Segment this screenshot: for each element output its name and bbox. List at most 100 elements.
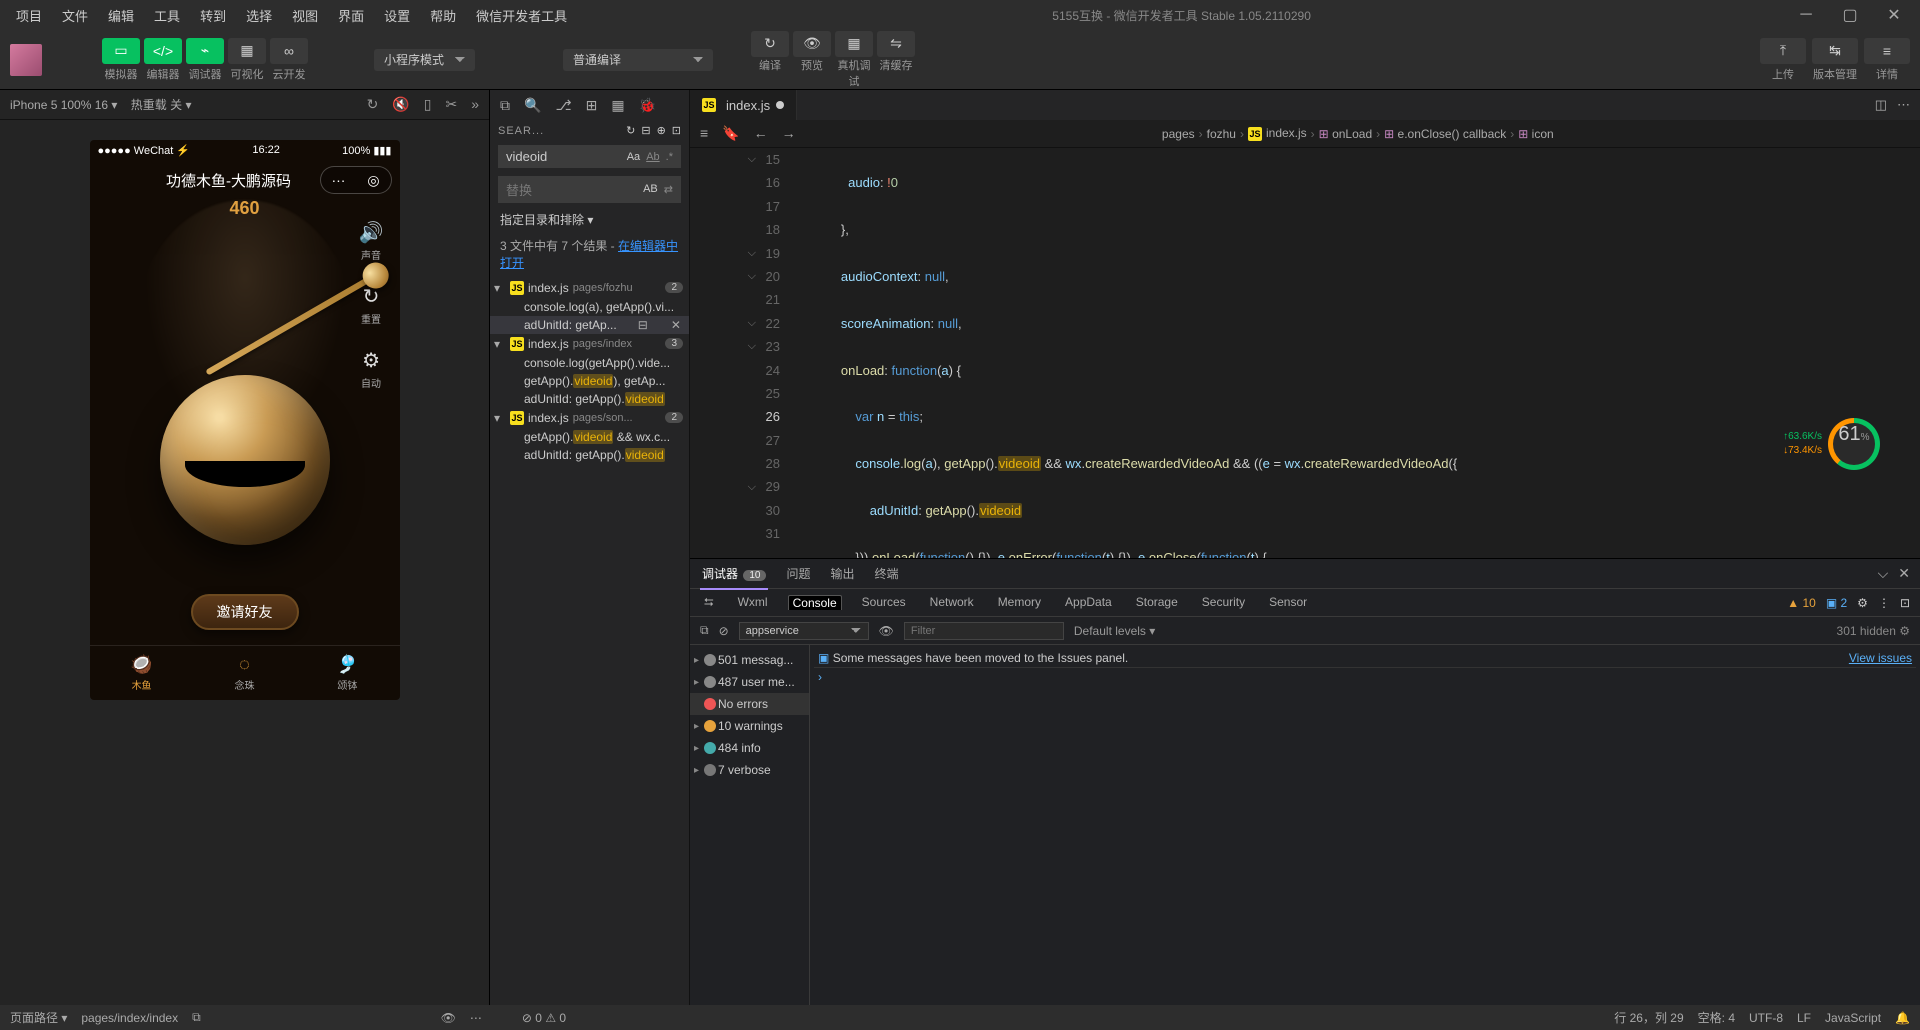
indent-setting[interactable]: 空格: 4 — [1698, 1009, 1735, 1026]
bell-icon[interactable]: 🔔 — [1895, 1011, 1910, 1025]
dt-tab-输出[interactable]: 输出 — [828, 565, 856, 582]
fold-icon[interactable]: ⌵ — [690, 335, 760, 358]
console-levels[interactable]: Default levels ▾ — [1074, 624, 1155, 638]
sim-mute-icon[interactable]: 🔇 — [392, 96, 409, 113]
avatar[interactable] — [10, 44, 42, 76]
search-result-line[interactable]: adUnitId: getApp().videoid — [490, 446, 689, 464]
menu-视图[interactable]: 视图 — [284, 4, 326, 27]
toolbar-版本管理-button[interactable]: ↹ — [1812, 38, 1858, 64]
tabbar-念珠[interactable]: ◌念珠 — [235, 654, 255, 692]
console-filter-501 messag...[interactable]: 501 messag... — [690, 649, 809, 671]
devtools-dock-icon[interactable]: ⊡ — [1900, 596, 1910, 610]
forward-icon[interactable]: → — [782, 125, 796, 142]
panel-tab-security[interactable]: Security — [1198, 595, 1249, 610]
eye-icon[interactable]: 👁 — [441, 1011, 456, 1025]
inspect-icon[interactable]: ⮀ — [700, 595, 718, 610]
cursor-pos[interactable]: 行 26，列 29 — [1614, 1009, 1683, 1026]
capsule-menu-icon[interactable]: ··· — [331, 172, 345, 188]
simulator-toggle[interactable]: ▭ — [102, 38, 140, 64]
console-filter-input[interactable] — [904, 622, 1064, 640]
dt-tab-终端[interactable]: 终端 — [873, 565, 901, 582]
menu-项目[interactable]: 项目 — [8, 4, 50, 27]
muyu[interactable] — [160, 375, 330, 545]
menu-工具[interactable]: 工具 — [146, 4, 188, 27]
console-sidebar-toggle-icon[interactable]: ⧉ — [700, 623, 709, 638]
copy-icon[interactable]: ⧉ — [500, 97, 510, 114]
search-icon[interactable]: 🔍 — [524, 97, 541, 114]
copy-path-icon[interactable]: ⧉ — [192, 1010, 201, 1025]
dt-tab-调试器[interactable]: 调试器 10 — [700, 565, 768, 582]
panel-tab-wxml[interactable]: Wxml — [734, 595, 772, 610]
path-label[interactable]: 页面路径 ▾ — [10, 1009, 67, 1026]
list-icon[interactable]: ≡ — [700, 125, 708, 142]
ext-icon[interactable]: ⊞ — [586, 97, 598, 114]
sim-cut-icon[interactable]: ✂ — [445, 96, 457, 113]
menu-设置[interactable]: 设置 — [376, 4, 418, 27]
debugger-toggle[interactable]: ⌁ — [186, 38, 224, 64]
replace-input[interactable]: 替换 AB ⇄ — [498, 176, 681, 203]
hot-reload-selector[interactable]: 热重载 关 ▾ — [131, 98, 192, 112]
folder-icon[interactable]: ▦ — [611, 97, 624, 114]
menu-微信开发者工具[interactable]: 微信开发者工具 — [468, 4, 575, 27]
match-case-icon[interactable]: Aa — [627, 151, 640, 163]
close-icon[interactable]: ✕ — [669, 318, 683, 332]
invite-button[interactable]: 邀请好友 — [191, 594, 299, 630]
code-area[interactable]: audio: !0 }, audioContext: null, scoreAn… — [792, 148, 1920, 558]
panel-tab-console[interactable]: Console — [788, 595, 842, 610]
sim-more-icon[interactable]: » — [471, 96, 479, 113]
visual-toggle[interactable]: ▦ — [228, 38, 266, 64]
panel-tab-appdata[interactable]: AppData — [1061, 595, 1116, 610]
preserve-case-icon[interactable]: AB — [643, 183, 658, 196]
tabbar-木鱼[interactable]: 🥥木鱼 — [130, 654, 152, 692]
back-icon[interactable]: ← — [754, 125, 768, 142]
maximize-button[interactable]: ▢ — [1832, 3, 1868, 27]
minimize-button[interactable]: ─ — [1788, 3, 1824, 27]
capsule-close-icon[interactable]: ◎ — [367, 172, 379, 189]
compile-select[interactable]: 普通编译 — [563, 49, 713, 71]
console-filter-10 warnings[interactable]: 10 warnings — [690, 715, 809, 737]
toolbar-详情-button[interactable]: ≡ — [1864, 38, 1910, 64]
eol[interactable]: LF — [1797, 1011, 1811, 1025]
panel-tab-sources[interactable]: Sources — [858, 595, 910, 610]
panel-tab-memory[interactable]: Memory — [994, 595, 1045, 610]
search-result-line[interactable]: console.log(getApp().vide... — [490, 354, 689, 372]
search-result-line[interactable]: adUnitId: getApp().videoid — [490, 390, 689, 408]
pin-icon[interactable]: ⊟ — [636, 318, 650, 332]
menu-帮助[interactable]: 帮助 — [422, 4, 464, 27]
breadcrumb-fozhu[interactable]: fozhu — [1207, 127, 1236, 141]
search-file[interactable]: JSindex.jspages/index3 — [490, 334, 689, 354]
menu-文件[interactable]: 文件 — [54, 4, 96, 27]
toolbar-上传-button[interactable]: ⤒ — [1760, 38, 1806, 64]
problems-counter[interactable]: ⊘ 0 ⚠ 0 — [522, 1011, 566, 1025]
sim-refresh-icon[interactable]: ↻ — [367, 96, 379, 113]
collapse-icon[interactable]: ⊡ — [672, 124, 681, 137]
fold-icon[interactable]: ⌵ — [690, 148, 760, 171]
mode-select[interactable]: 小程序模式 — [374, 49, 475, 71]
page-path[interactable]: pages/index/index — [81, 1011, 178, 1025]
console-clear-icon[interactable]: ⊘ — [719, 624, 729, 638]
console-filter-7 verbose[interactable]: 7 verbose — [690, 759, 809, 781]
breadcrumb-onLoad[interactable]: ⊞ onLoad — [1319, 127, 1372, 141]
editor-tab-index-js[interactable]: JS index.js — [690, 90, 797, 120]
breadcrumb-icon[interactable]: ⊞ icon — [1518, 127, 1553, 141]
search-file[interactable]: JSindex.jspages/fozhu2 — [490, 278, 689, 298]
panel-tab-sensor[interactable]: Sensor — [1265, 595, 1311, 610]
issues-blue-count[interactable]: ▣ 2 — [1826, 596, 1847, 610]
capsule[interactable]: ··· ◎ — [320, 166, 392, 194]
menu-编辑[interactable]: 编辑 — [100, 4, 142, 27]
tabbar-颂钵[interactable]: 🎐颂钵 — [336, 654, 358, 692]
console-filter-487 user me...[interactable]: 487 user me... — [690, 671, 809, 693]
language-mode[interactable]: JavaScript — [1825, 1011, 1881, 1025]
console-filter-No errors[interactable]: No errors — [690, 693, 809, 715]
clear-cache-button[interactable]: ⇋ — [877, 31, 915, 57]
fold-icon[interactable]: ⌵ — [690, 312, 760, 335]
devtools-collapse-icon[interactable]: ⌵ — [1878, 565, 1889, 582]
close-button[interactable]: ✕ — [1876, 3, 1912, 27]
include-exclude-toggle[interactable]: 指定目录和排除 ▾ — [490, 207, 689, 232]
menu-转到[interactable]: 转到 — [192, 4, 234, 27]
console-filter-484 info[interactable]: 484 info — [690, 737, 809, 759]
whole-word-icon[interactable]: Ab — [646, 151, 659, 163]
search-file[interactable]: JSindex.jspages/son...2 — [490, 408, 689, 428]
editor-more-icon[interactable]: ⋯ — [1897, 97, 1910, 113]
breadcrumb-index.js[interactable]: JSindex.js — [1248, 126, 1307, 141]
